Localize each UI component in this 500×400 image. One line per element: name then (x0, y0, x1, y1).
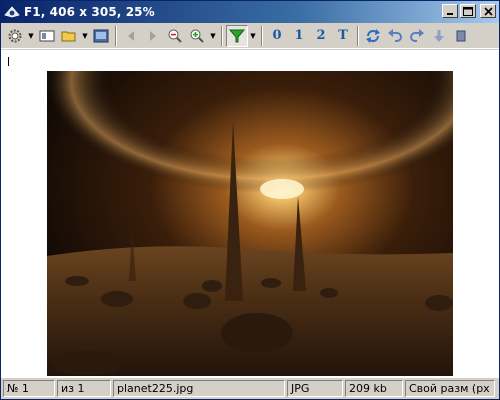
status-zoom-mode: Свой разм (рх (405, 380, 495, 397)
close-button[interactable] (480, 4, 496, 18)
status-file-size: 209 kb (345, 380, 403, 397)
undo-arrow-icon (388, 28, 402, 42)
filter-button[interactable] (226, 24, 248, 47)
settings-button[interactable] (4, 25, 26, 47)
toolbar-separator (261, 25, 263, 46)
viewer-window: F1, 406 x 305, 25% ▼ ▼ ▼ ▼ 0 1 2 T № 1 и… (0, 0, 500, 400)
close-icon (483, 6, 493, 16)
filter-dropdown-arrow[interactable]: ▼ (248, 25, 258, 47)
fullscreen-icon (93, 29, 109, 42)
text-cursor (8, 57, 9, 66)
next-button[interactable] (142, 25, 164, 47)
maximize-button[interactable] (460, 4, 476, 18)
zoom-out-button[interactable] (164, 25, 186, 47)
toolbar: ▼ ▼ ▼ ▼ 0 1 2 T (1, 23, 499, 49)
fullscreen-button[interactable] (90, 25, 112, 47)
thumbnails-button[interactable] (36, 25, 58, 47)
toolbar-separator (221, 25, 223, 46)
title-bar[interactable]: F1, 406 x 305, 25% (1, 1, 499, 23)
filter-funnel-icon (229, 29, 245, 42)
zoom-2-button[interactable]: 2 (310, 25, 332, 47)
settings-gear-icon (8, 29, 22, 42)
open-folder-icon (61, 31, 76, 41)
stop-button[interactable] (450, 25, 472, 47)
toolbar-separator (115, 25, 117, 46)
image-viewport[interactable] (1, 50, 499, 378)
status-index: № 1 (3, 380, 55, 397)
planet-image[interactable] (47, 71, 453, 376)
text-button[interactable]: T (332, 25, 354, 47)
zoom-in-button[interactable] (186, 25, 208, 47)
previous-button[interactable] (120, 25, 142, 47)
zoom-in-icon (190, 29, 204, 43)
zoom-dropdown-arrow[interactable]: ▼ (208, 25, 218, 47)
previous-arrow-icon (128, 30, 134, 41)
stop-bars-icon (456, 30, 466, 41)
rotate-arrows-icon (366, 28, 380, 43)
minimize-button[interactable] (442, 4, 458, 18)
maximize-icon (463, 6, 473, 16)
redo-arrow-icon (410, 28, 424, 42)
redo-button[interactable] (406, 25, 428, 47)
app-eye-icon (4, 6, 20, 18)
toolbar-separator (357, 25, 359, 46)
move-down-button[interactable] (428, 25, 450, 47)
thumbnails-icon (39, 30, 55, 41)
status-format: JPG (287, 380, 343, 397)
status-total: из 1 (57, 380, 111, 397)
rotate-button[interactable] (362, 25, 384, 47)
undo-button[interactable] (384, 25, 406, 47)
next-arrow-icon (150, 30, 156, 41)
zoom-0-button[interactable]: 0 (266, 25, 288, 47)
settings-dropdown-arrow[interactable]: ▼ (26, 25, 36, 47)
status-filename: planet225.jpg (113, 380, 285, 397)
open-dropdown-arrow[interactable]: ▼ (80, 25, 90, 47)
down-arrow-icon (434, 29, 444, 42)
open-folder-button[interactable] (58, 25, 80, 47)
window-title: F1, 406 x 305, 25% (24, 5, 155, 19)
zoom-out-icon (168, 29, 182, 43)
status-bar: № 1 из 1 planet225.jpg JPG 209 kb Свой р… (1, 378, 499, 399)
planet-scene-picture (47, 71, 453, 376)
minimize-icon (447, 13, 453, 15)
zoom-1-button[interactable]: 1 (288, 25, 310, 47)
